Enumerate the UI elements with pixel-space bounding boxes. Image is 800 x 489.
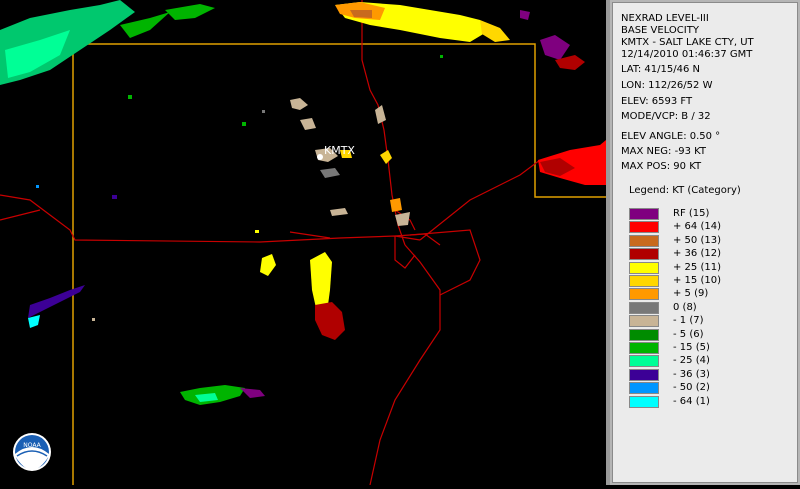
radar-map-canvas: KMTX NOAA (0, 0, 606, 486)
legend-swatch (629, 221, 659, 234)
legend-title: Legend: KT (Category) (629, 185, 741, 196)
noaa-logo: NOAA (13, 433, 51, 471)
legend-swatch (629, 342, 659, 354)
legend-row: - 1 (7) (629, 315, 789, 328)
legend-label: - 5 (6) (673, 328, 704, 340)
radar-site-marker (317, 154, 323, 160)
legend-row: + 64 (14) (629, 221, 789, 234)
legend-row: - 15 (5) (629, 342, 789, 355)
legend-row: + 50 (13) (629, 234, 789, 248)
noaa-logo-text: NOAA (23, 442, 41, 449)
legend-swatch (629, 368, 659, 381)
highway-lines (0, 0, 541, 486)
info-panel-inner: NEXRAD LEVEL-III BASE VELOCITY KMTX - SA… (612, 2, 798, 483)
legend-row: - 64 (1) (629, 395, 789, 409)
radar-site-label: KMTX (324, 144, 355, 157)
legend-swatch (629, 395, 659, 408)
legend-swatch (629, 355, 659, 368)
legend-label: + 50 (13) (673, 234, 721, 246)
elevation-angle: ELEV ANGLE: 0.50 ° (621, 131, 721, 142)
legend-label: + 64 (14) (673, 221, 721, 233)
scan-datetime: 12/14/2010 01:46:37 GMT (621, 49, 753, 60)
legend-label: - 50 (2) (673, 382, 710, 394)
legend-swatch (629, 208, 659, 220)
legend-swatch (629, 248, 659, 261)
info-panel: NEXRAD LEVEL-III BASE VELOCITY KMTX - SA… (610, 0, 800, 485)
legend-swatch (629, 382, 659, 395)
max-positive: MAX POS: 90 KT (621, 161, 702, 172)
legend-swatch (629, 261, 659, 274)
station-latitude: LAT: 41/15/46 N (621, 64, 700, 75)
legend-swatch (629, 288, 659, 301)
legend-swatch (629, 275, 659, 287)
velocity-echoes (0, 0, 606, 405)
legend-label: RF (15) (673, 208, 710, 219)
legend-label: - 1 (7) (673, 315, 704, 327)
product-type: BASE VELOCITY (621, 25, 699, 36)
state-boundaries (0, 43, 606, 485)
station-longitude: LON: 112/26/52 W (621, 80, 713, 91)
legend-row: - 5 (6) (629, 328, 789, 342)
legend-row: + 5 (9) (629, 288, 789, 301)
legend-row: - 36 (3) (629, 368, 789, 382)
legend-row: 0 (8) (629, 301, 789, 315)
product-name: NEXRAD LEVEL-III (621, 13, 709, 24)
station-name: KMTX - SALT LAKE CTY, UT (621, 37, 754, 48)
legend-label: 0 (8) (673, 301, 697, 313)
legend-label: + 25 (11) (673, 261, 721, 273)
legend-label: - 36 (3) (673, 368, 710, 380)
legend-swatch (629, 315, 659, 328)
station-elevation: ELEV: 6593 FT (621, 96, 693, 107)
legend-row: + 25 (11) (629, 261, 789, 275)
legend-label: - 64 (1) (673, 395, 710, 407)
legend-row: + 15 (10) (629, 275, 789, 288)
legend-row: - 50 (2) (629, 382, 789, 395)
legend-row: RF (15) (629, 208, 789, 221)
legend-row: - 25 (4) (629, 355, 789, 368)
max-negative: MAX NEG: -93 KT (621, 146, 706, 157)
legend-row: + 36 (12) (629, 248, 789, 261)
legend-swatch (629, 301, 659, 314)
legend-label: + 15 (10) (673, 275, 721, 286)
legend-label: + 5 (9) (673, 288, 709, 300)
legend-label: - 25 (4) (673, 355, 710, 367)
legend-label: + 36 (12) (673, 248, 721, 260)
legend-label: - 15 (5) (673, 342, 710, 353)
legend-swatch (629, 328, 659, 341)
legend-swatch (629, 234, 659, 247)
radar-map[interactable]: KMTX NOAA (0, 0, 606, 486)
mode-vcp: MODE/VCP: B / 32 (621, 111, 711, 122)
